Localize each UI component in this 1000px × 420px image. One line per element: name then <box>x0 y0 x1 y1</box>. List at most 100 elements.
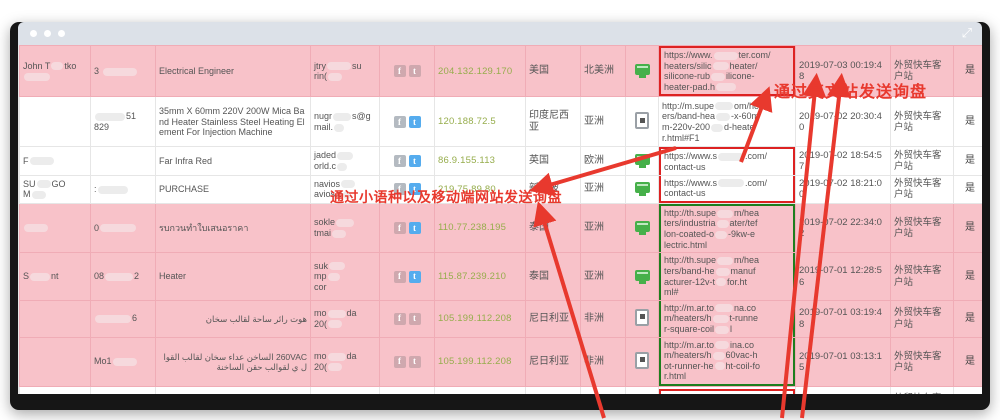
cell-name: SUGOM <box>20 175 91 203</box>
window-dot-icon[interactable] <box>30 30 37 37</box>
twitter-icon[interactable]: t <box>409 356 421 368</box>
cell-country: 美国 <box>526 46 581 97</box>
cell-continent: 亚洲 <box>581 175 626 203</box>
redacted-text <box>30 273 50 281</box>
cell-country: 泰国 <box>526 253 581 300</box>
window-controls[interactable] <box>30 30 65 37</box>
cell-email: hecrsistT <box>311 387 380 394</box>
cell-source: 外贸快车客户站 <box>891 387 954 394</box>
cell-continent: 亚洲 <box>581 253 626 300</box>
redacted-text <box>716 278 726 286</box>
twitter-icon[interactable]: t <box>409 222 421 234</box>
cell-email: moda20( <box>311 300 380 337</box>
facebook-icon[interactable]: f <box>394 116 406 128</box>
facebook-icon[interactable]: f <box>394 356 406 368</box>
redacted-text <box>713 352 725 360</box>
cell-continent: 南美洲 <box>581 387 626 394</box>
facebook-icon[interactable]: f <box>394 222 406 234</box>
cell-subject: รบกวนทำใบเสนอราคา <box>156 203 311 252</box>
cell-continent: 亚洲 <box>581 97 626 147</box>
cell-continent: 北美洲 <box>581 46 626 97</box>
cell-ip: 120.188.72.5 <box>435 97 526 147</box>
cell-name <box>20 97 91 147</box>
redacted-text <box>711 124 723 132</box>
redacted-text <box>717 210 733 218</box>
cell-device <box>626 300 659 337</box>
mobile-icon <box>635 352 649 369</box>
expand-icon[interactable]: ⤢ <box>962 26 972 40</box>
cell-source: 外贸快车客户站 <box>891 97 954 147</box>
cell-source: 外贸快车客户站 <box>891 175 954 203</box>
twitter-icon[interactable]: t <box>409 313 421 325</box>
cell-social: ft <box>380 337 435 386</box>
twitter-icon[interactable]: t <box>409 65 421 77</box>
redacted-text <box>715 231 727 239</box>
redacted-text <box>328 73 342 81</box>
redacted-text <box>715 326 729 334</box>
red-highlight-box: https://www.ater.com/inquiry?ad=1 <box>659 389 795 394</box>
cell-ip: 204.132.129.170 <box>435 46 526 97</box>
cell-device <box>626 147 659 175</box>
cell-datetime: 2019-06-30 04:45:48 <box>796 387 891 394</box>
red-highlight-box: https://www.s.com/contact-us <box>659 176 795 203</box>
facebook-icon[interactable]: f <box>394 313 406 325</box>
window-dot-icon[interactable] <box>44 30 51 37</box>
desktop-icon <box>635 64 650 75</box>
redacted-text <box>24 73 50 81</box>
cell-confirm: 是 <box>954 253 983 300</box>
cell-device <box>626 253 659 300</box>
redacted-text <box>51 62 63 70</box>
cell-subject: PURCHASE <box>156 175 311 203</box>
redacted-text <box>711 73 725 81</box>
green-highlight-box: http://th.supem/heaters/band-hemanufactu… <box>659 253 795 299</box>
facebook-icon[interactable]: f <box>394 65 406 77</box>
cell-device <box>626 387 659 394</box>
facebook-icon[interactable]: f <box>394 155 406 167</box>
cell-confirm: 是 <box>954 97 983 147</box>
cell-datetime: 2019-07-01 12:28:56 <box>796 253 891 300</box>
cell-social: ft <box>380 203 435 252</box>
cell-continent: 非洲 <box>581 337 626 386</box>
redacted-text <box>328 273 340 281</box>
cell-datetime: 2019-07-02 18:54:57 <box>796 147 891 175</box>
redacted-text <box>95 113 125 121</box>
cell-confirm: 是 <box>954 147 983 175</box>
redacted-text <box>337 163 347 171</box>
cell-device <box>626 46 659 97</box>
desktop-icon <box>635 182 650 193</box>
redacted-text <box>37 180 51 188</box>
redacted-text <box>24 224 48 232</box>
cell-datetime: 2019-07-01 03:19:48 <box>796 300 891 337</box>
cell-name <box>20 337 91 386</box>
redacted-text <box>328 320 342 328</box>
twitter-icon[interactable]: t <box>409 271 421 283</box>
redacted-text <box>332 230 346 238</box>
cell-phone: : <box>91 175 156 203</box>
cell-country: 英国 <box>526 147 581 175</box>
cell-email: jadedorld.c <box>311 147 380 175</box>
facebook-icon[interactable]: f <box>394 271 406 283</box>
cell-source: 外贸快车客户站 <box>891 203 954 252</box>
redacted-text <box>714 52 738 60</box>
cell-ip: 105.199.112.208 <box>435 300 526 337</box>
redacted-text <box>328 363 342 371</box>
cell-url: http://m.ar.tona.com/heaters/ht-runner-s… <box>659 300 796 337</box>
cell-phone: 3 <box>91 46 156 97</box>
cell-phone: Mo1 <box>91 337 156 386</box>
cell-device <box>626 203 659 252</box>
cell-url: http://th.supem/heaters/band-hemanufactu… <box>659 253 796 300</box>
twitter-icon[interactable]: t <box>409 155 421 167</box>
cell-social: ft <box>380 147 435 175</box>
window-dot-icon[interactable] <box>58 30 65 37</box>
table-row: 6هوت رائر ساحة لقالب سخانmoda20(ft105.19… <box>20 300 983 337</box>
annotation-english-site: 通过英文站发送询盘 <box>774 78 927 102</box>
cell-social: ft <box>380 387 435 394</box>
cell-source: 外贸快车客户站 <box>891 300 954 337</box>
cell-social: ft <box>380 46 435 97</box>
cell-confirm: 是 <box>954 300 983 337</box>
cell-continent: 欧洲 <box>581 147 626 175</box>
twitter-icon[interactable]: t <box>409 116 421 128</box>
table-row: 5182935mm X 60mm 220V 200W Mica Band Hea… <box>20 97 983 147</box>
redacted-text <box>98 186 128 194</box>
redacted-text <box>333 113 351 121</box>
